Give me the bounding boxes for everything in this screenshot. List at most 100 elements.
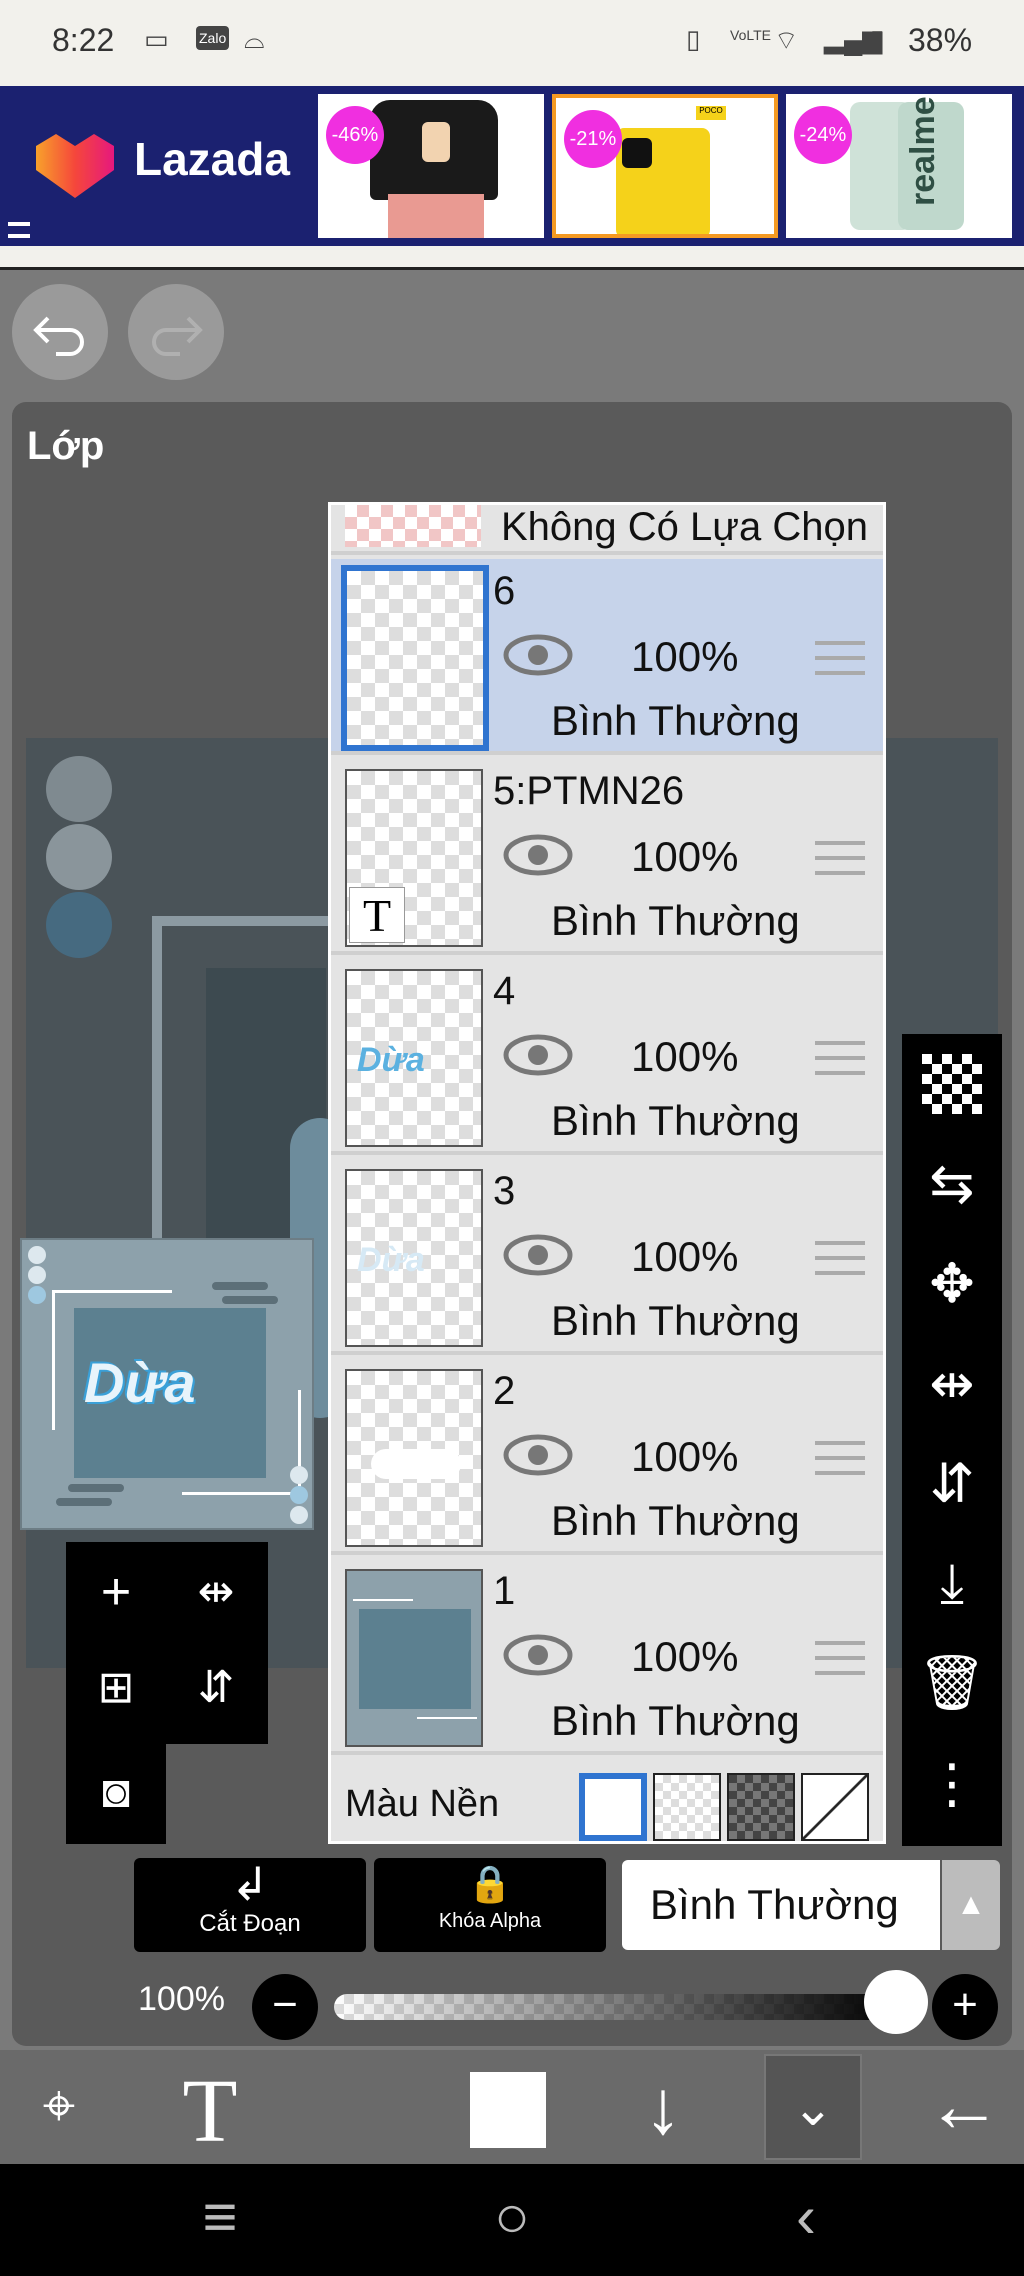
ad-menu-icon[interactable] [8, 222, 30, 238]
visibility-eye-icon[interactable] [503, 1433, 573, 1477]
visibility-eye-icon[interactable] [503, 633, 573, 677]
visibility-eye-icon[interactable] [503, 833, 573, 877]
layer-name: 6 [493, 569, 516, 613]
swap-layers-icon[interactable]: ⇆ [902, 1152, 1002, 1215]
status-time: 8:22 [52, 22, 115, 58]
drag-handle-icon[interactable] [815, 1441, 865, 1475]
wifi-icon: ⌔ [774, 25, 799, 55]
blend-mode-select[interactable]: Bình Thường [622, 1860, 940, 1950]
drag-handle-icon[interactable] [815, 641, 865, 675]
delete-icon[interactable]: 🗑 [902, 1652, 1002, 1715]
layer-row[interactable]: 1 100% Bình Thường [331, 1559, 883, 1755]
deco-dash [56, 1498, 112, 1506]
text-tool-icon[interactable]: T [160, 2060, 260, 2163]
layer-name: 2 [493, 1369, 516, 1413]
discount-badge: -24% [794, 106, 852, 164]
zalo-icon: Zalo [196, 26, 230, 50]
layer-action-tools: + ⇹ ⊞ ⇵ [66, 1542, 268, 1744]
alpha-lock-label: Khóa Alpha [438, 1910, 542, 1932]
incognito-icon: ⌓ [244, 24, 265, 54]
bg-transparent-light-swatch[interactable] [653, 1773, 721, 1841]
vibrate-icon: ▯ [686, 24, 701, 54]
text-layer-badge: T [349, 887, 405, 943]
undo-button[interactable] [12, 284, 108, 380]
redo-button[interactable] [128, 284, 224, 380]
ad-product-2[interactable]: POCO -21% [552, 94, 778, 238]
opacity-increase-button[interactable]: + [932, 1974, 998, 2040]
alpha-lock-button[interactable]: 🔒 Khóa Alpha [374, 1858, 606, 1952]
no-selection-row[interactable]: Không Có Lựa Chọn [331, 505, 883, 555]
layer-row[interactable]: 2 100% Bình Thường [331, 1359, 883, 1555]
move-icon[interactable]: ✥ [902, 1252, 1002, 1315]
arrow-down-icon[interactable]: ↓ [618, 2064, 708, 2151]
opacity-value: 100% [138, 1980, 225, 2018]
deco-dash [222, 1296, 278, 1304]
battery-icon: ▮ [870, 24, 885, 54]
add-copy-layer-icon[interactable]: ⊞ [66, 1662, 166, 1713]
ad-product-3[interactable]: realme -24% [786, 94, 1012, 238]
layer-row[interactable]: 6 100% Bình Thường [331, 559, 883, 755]
bg-none-swatch[interactable] [801, 1773, 869, 1841]
layer-row[interactable]: T 5:PTMN26 100% Bình Thường [331, 759, 883, 955]
panel-title: Lớp [27, 424, 105, 468]
deco-dot [28, 1266, 46, 1284]
layer-thumbnail-text: Dừa [357, 1041, 425, 1079]
opacity-slider-knob[interactable] [864, 1970, 928, 2034]
discount-badge: -21% [564, 110, 622, 168]
poco-tag: POCO [696, 106, 726, 120]
ad-divider [0, 246, 1024, 270]
bottom-toolbar: ⌖ T ↓ ⌄ ← [0, 2050, 1024, 2164]
layers-toggle-icon[interactable]: ⌄ [764, 2054, 862, 2160]
flip-vertical-icon[interactable]: ⇵ [166, 1662, 266, 1713]
merge-down-icon[interactable]: ⤓ [902, 1552, 1002, 1615]
more-options-icon[interactable]: ⋮ [902, 1752, 1002, 1815]
layer-opacity: 100% [631, 833, 739, 880]
visibility-eye-icon[interactable] [503, 1633, 573, 1677]
home-icon[interactable]: ○ [472, 2182, 552, 2251]
camera-icon[interactable]: ◙ [66, 1764, 166, 1818]
selection-thumbnail [345, 505, 481, 547]
undo-icon [33, 316, 84, 356]
flip-horizontal-icon[interactable]: ⇹ [166, 1566, 266, 1617]
back-icon[interactable]: ‹ [766, 2182, 846, 2251]
deco-circle [46, 892, 112, 958]
layer-blend-mode: Bình Thường [551, 1097, 800, 1144]
layer-row[interactable]: Dừa 3 100% Bình Thường [331, 1159, 883, 1355]
drag-handle-icon[interactable] [815, 1641, 865, 1675]
visibility-eye-icon[interactable] [503, 1033, 573, 1077]
opacity-decrease-button[interactable]: − [252, 1974, 318, 2040]
bg-white-swatch[interactable] [579, 1773, 647, 1841]
ad-brand: Lazada [134, 133, 290, 185]
layer-row[interactable]: Dừa 4 100% Bình Thường [331, 959, 883, 1155]
chevron-up-icon[interactable]: ▲ [942, 1860, 1000, 1950]
layer-name: 1 [493, 1569, 516, 1613]
layer-blend-mode: Bình Thường [551, 697, 800, 744]
layer-thumbnail-text: Dừa [357, 1241, 425, 1279]
drag-handle-icon[interactable] [815, 841, 865, 875]
clipping-label: Cắt Đoạn [199, 1910, 301, 1937]
deco-dash [212, 1282, 268, 1290]
visibility-eye-icon[interactable] [503, 1233, 573, 1277]
layer-thumbnail [345, 1369, 483, 1547]
transform-tool-icon[interactable]: ⌖ [14, 2072, 104, 2140]
color-swatch[interactable] [470, 2072, 546, 2148]
recent-apps-icon[interactable]: ≡ [180, 2182, 260, 2251]
ad-banner[interactable]: Lazada -46% POCO -21% realme -24% [0, 86, 1024, 246]
drag-handle-icon[interactable] [815, 1241, 865, 1275]
clipping-button[interactable]: ↲ Cắt Đoạn [134, 1858, 366, 1952]
flip-horizontal-icon[interactable]: ⇹ [902, 1352, 1002, 1415]
opacity-slider[interactable] [334, 1994, 894, 2020]
bg-transparent-dark-swatch[interactable] [727, 1773, 795, 1841]
back-arrow-icon[interactable]: ← [916, 2062, 1012, 2149]
canvas-thumbnail[interactable]: Dừa [20, 1238, 314, 1530]
flip-vertical-icon[interactable]: ⇵ [902, 1452, 1002, 1515]
layer-opacity: 100% [631, 633, 739, 680]
drag-handle-icon[interactable] [815, 1041, 865, 1075]
layer-thumbnail: Dừa [345, 969, 483, 1147]
battery-level: 38% [908, 22, 973, 58]
transparency-checker-icon[interactable] [902, 1054, 1002, 1114]
ad-product-1[interactable]: -46% [318, 94, 544, 238]
background-color-row: Màu Nền [331, 1757, 883, 1841]
layer-thumbnail: Dừa [345, 1169, 483, 1347]
add-layer-icon[interactable]: + [66, 1562, 166, 1622]
